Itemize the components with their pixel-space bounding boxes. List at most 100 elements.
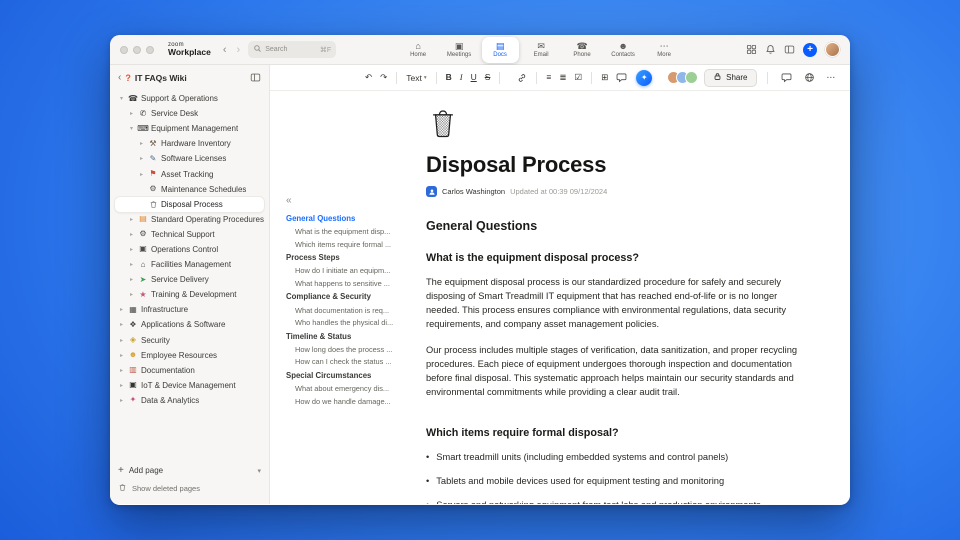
bullet-item[interactable]: Smart treadmill units (including embedde… <box>426 451 802 463</box>
sidebar-item-technical-support[interactable]: ▸ ⚙ Technical Support <box>115 227 264 242</box>
section-heading[interactable]: General Questions <box>426 219 802 233</box>
chevron-right-icon[interactable]: ▸ <box>128 261 135 268</box>
outline-item[interactable]: What documentation is req... <box>286 304 404 317</box>
outline-item[interactable]: What is the equipment disp... <box>286 226 404 239</box>
bold-button[interactable]: B <box>443 71 455 84</box>
sidebar-item-applications-software[interactable]: ▸ ❖ Applications & Software <box>115 317 264 332</box>
chevron-right-icon[interactable]: ▸ <box>118 367 125 374</box>
sidebar-item-software-licenses[interactable]: ▸ ✎ Software Licenses <box>115 151 264 166</box>
sidebar-item-iot-device-management[interactable]: ▸ ▣ IoT & Device Management <box>115 378 264 393</box>
outline-item[interactable]: Special Circumstances <box>286 368 404 382</box>
tab-contacts[interactable]: ☻ Contacts <box>605 37 642 63</box>
maximize-button[interactable] <box>146 45 154 54</box>
outline-item[interactable]: How do I initiate an equipm... <box>286 265 404 278</box>
redo-button[interactable]: ↷ <box>377 71 390 84</box>
sidebar-item-service-desk[interactable]: ▸ ✆ Service Desk <box>115 106 264 121</box>
share-button[interactable]: Share <box>704 68 757 87</box>
user-avatar[interactable] <box>825 42 840 57</box>
outline-item[interactable]: How can I check the status ... <box>286 356 404 369</box>
outline-item[interactable]: How do we handle damage... <box>286 395 404 408</box>
italic-button[interactable]: I <box>457 71 466 84</box>
outline-item[interactable]: Who handles the physical di... <box>286 316 404 329</box>
panel-toggle-icon[interactable] <box>784 44 795 55</box>
chevron-right-icon[interactable]: ▸ <box>138 140 145 147</box>
forward-button[interactable]: › <box>235 44 243 56</box>
chevron-right-icon[interactable]: ▸ <box>128 231 135 238</box>
chevron-right-icon[interactable]: ▸ <box>128 216 135 223</box>
paragraph-1[interactable]: The equipment disposal process is our st… <box>426 275 802 332</box>
sidebar-item-data-analytics[interactable]: ▸ ✦ Data & Analytics <box>115 393 264 408</box>
bullet-list-button[interactable]: ≡ <box>543 71 554 84</box>
tab-more[interactable]: ⋯ More <box>646 37 683 63</box>
chevron-right-icon[interactable]: ▸ <box>138 155 145 162</box>
question-heading-2[interactable]: Which items require formal disposal? <box>426 427 802 439</box>
outline-item[interactable]: How long does the process ... <box>286 343 404 356</box>
sidebar-back-button[interactable]: ‹ <box>118 72 121 83</box>
bullet-item[interactable]: Tablets and mobile devices used for equi… <box>426 475 802 487</box>
chevron-down-icon[interactable]: ▾ <box>257 467 261 475</box>
add-page-button[interactable]: + Add page ▾ <box>118 463 261 478</box>
question-heading-1[interactable]: What is the equipment disposal process? <box>426 252 802 264</box>
sidebar-item-facilities-management[interactable]: ▸ ⌂ Facilities Management <box>115 257 264 272</box>
outline-item[interactable]: What happens to sensitive ... <box>286 277 404 290</box>
document-title[interactable]: Disposal Process <box>426 152 802 178</box>
show-deleted-button[interactable]: Show deleted pages <box>118 481 261 496</box>
sidebar-item-security[interactable]: ▸ ◈ Security <box>115 333 264 348</box>
collaborator-avatar[interactable] <box>685 71 699 84</box>
tab-phone[interactable]: ☎ Phone <box>564 37 601 63</box>
code-button[interactable] <box>506 76 512 80</box>
chevron-right-icon[interactable]: ▸ <box>118 337 125 344</box>
chevron-right-icon[interactable]: ▸ <box>118 382 125 389</box>
language-button[interactable] <box>801 70 818 85</box>
chevron-down-icon[interactable]: ▾ <box>118 95 125 102</box>
outline-item[interactable]: Process Steps <box>286 251 404 265</box>
chevron-right-icon[interactable]: ▸ <box>138 171 145 178</box>
tab-home[interactable]: ⌂ Home <box>400 37 437 63</box>
paragraph-2[interactable]: Our process includes multiple stages of … <box>426 343 802 400</box>
tab-email[interactable]: ✉ Email <box>523 37 560 63</box>
chevron-right-icon[interactable]: ▸ <box>128 110 135 117</box>
tab-docs[interactable]: ▤ Docs <box>481 36 519 63</box>
notifications-icon[interactable] <box>765 44 776 55</box>
strikethrough-button[interactable]: S <box>482 71 494 84</box>
sidebar-item-support-operations[interactable]: ▾ ☎ Support & Operations <box>115 91 264 106</box>
tab-meetings[interactable]: ▣ Meetings <box>441 37 478 63</box>
outline-collapse-icon[interactable]: « <box>286 195 404 206</box>
sidebar-item-disposal-process[interactable]: Disposal Process <box>115 196 264 212</box>
sidebar-item-training-development[interactable]: ▸ ★ Training & Development <box>115 287 264 302</box>
sidebar-item-standard-operating-procedures[interactable]: ▸ ▤ Standard Operating Procedures <box>115 212 264 227</box>
outline-item[interactable]: What about emergency dis... <box>286 382 404 395</box>
insert-table-button[interactable]: ⊞ <box>598 71 611 84</box>
sidebar-item-infrastructure[interactable]: ▸ ▦ Infrastructure <box>115 302 264 317</box>
sidebar-item-service-delivery[interactable]: ▸ ➤ Service Delivery <box>115 272 264 287</box>
outline-item[interactable]: Timeline & Status <box>286 329 404 343</box>
undo-button[interactable]: ↶ <box>362 71 375 84</box>
sidebar-item-maintenance-schedules[interactable]: ⚙ Maintenance Schedules <box>115 182 264 197</box>
chevron-right-icon[interactable]: ▸ <box>128 246 135 253</box>
outline-item[interactable]: General Questions <box>286 212 404 226</box>
comments-button[interactable] <box>778 70 795 85</box>
text-style-dropdown[interactable]: Text ▾ <box>403 71 429 85</box>
apps-grid-icon[interactable] <box>746 44 757 55</box>
document-canvas[interactable]: Disposal Process Carlos Washington Updat… <box>408 91 850 504</box>
sidebar-item-asset-tracking[interactable]: ▸ ⚑ Asset Tracking <box>115 166 264 181</box>
numbered-list-button[interactable]: ≣ <box>556 71 569 84</box>
sidebar-collapse-icon[interactable] <box>250 72 261 83</box>
chevron-down-icon[interactable]: ▾ <box>128 125 135 132</box>
new-button[interactable]: + <box>803 42 817 57</box>
global-search-input[interactable]: Search ⌘F <box>248 41 337 58</box>
checklist-button[interactable]: ☑ <box>572 71 586 84</box>
chevron-right-icon[interactable]: ▸ <box>118 352 125 359</box>
sidebar-item-hardware-inventory[interactable]: ▸ ⚒ Hardware Inventory <box>115 136 264 151</box>
more-options-button[interactable]: ⋯ <box>824 71 839 84</box>
chevron-right-icon[interactable]: ▸ <box>118 397 125 404</box>
outline-item[interactable]: Compliance & Security <box>286 290 404 304</box>
chevron-right-icon[interactable]: ▸ <box>118 306 125 313</box>
bullet-item[interactable]: Servers and networking equipment from te… <box>426 499 802 504</box>
sidebar-item-employee-resources[interactable]: ▸ ☻ Employee Resources <box>115 348 264 363</box>
sidebar-item-operations-control[interactable]: ▸ ▣ Operations Control <box>115 242 264 257</box>
underline-button[interactable]: U <box>468 71 480 84</box>
close-button[interactable] <box>120 45 128 54</box>
chevron-right-icon[interactable]: ▸ <box>118 321 125 328</box>
outline-item[interactable]: Which items require formal ... <box>286 238 404 251</box>
